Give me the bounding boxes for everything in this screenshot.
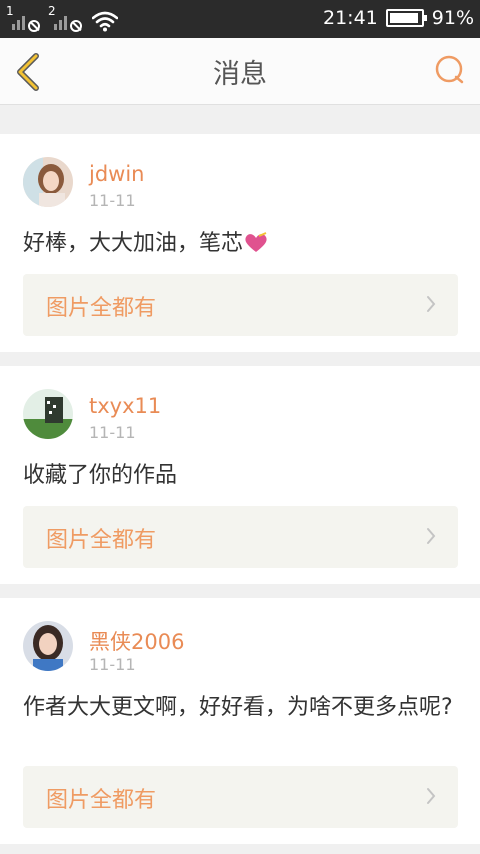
chevron-right-icon [427,788,436,804]
message-text: 作者大大更文啊，好好看，为啥不更多点呢? [23,695,453,720]
username[interactable]: 黑侠2006 [89,626,184,656]
attachment-label: 图片全都有 [46,528,157,553]
chevron-right-icon [427,296,436,312]
sim2-signal-icon: 2 [48,4,82,32]
message-body: 好棒，大大加油，笔芯 [23,231,244,256]
list-item: txyx11 11-11 收藏了你的作品 图片全都有 [0,366,480,584]
message-text: 好棒，大大加油，笔芯 [23,228,458,260]
attachment-link[interactable]: 图片全都有 [23,766,458,828]
battery-percent: 91% [431,7,474,29]
no-signal-icon [28,20,40,32]
attachment-link[interactable]: 图片全都有 [23,274,458,336]
app-header: 消息 [0,38,480,105]
list-item: jdwin 11-11 好棒，大大加油，笔芯 图片全都有 [0,134,480,352]
avatar[interactable] [23,389,73,439]
list-item: 黑侠2006 11-11 作者大大更文啊，好好看，为啥不更多点呢? 图片全都有 [0,598,480,844]
chevron-right-icon [427,528,436,544]
sim1-signal-icon: 1 [6,4,40,32]
avatar[interactable] [23,621,73,671]
battery-icon [385,9,427,27]
attachment-link[interactable]: 图片全都有 [23,506,458,568]
timestamp: 11-11 [89,655,136,674]
list-divider [0,105,480,119]
search-icon [435,55,464,84]
username[interactable]: jdwin [89,162,144,186]
clock: 21:41 [323,7,378,29]
no-signal-icon [70,20,82,32]
page-title: 消息 [213,59,267,90]
username[interactable]: txyx11 [89,394,161,418]
status-bar: 1 2 21:41 91% [0,0,480,38]
timestamp: 11-11 [89,423,136,442]
avatar[interactable] [23,157,73,207]
attachment-label: 图片全都有 [46,296,157,321]
message-text: 收藏了你的作品 [23,463,178,488]
timestamp: 11-11 [89,191,136,210]
heart-icon [245,232,267,252]
attachment-label: 图片全都有 [46,788,157,813]
search-button[interactable] [434,54,466,86]
wifi-icon [92,11,118,32]
